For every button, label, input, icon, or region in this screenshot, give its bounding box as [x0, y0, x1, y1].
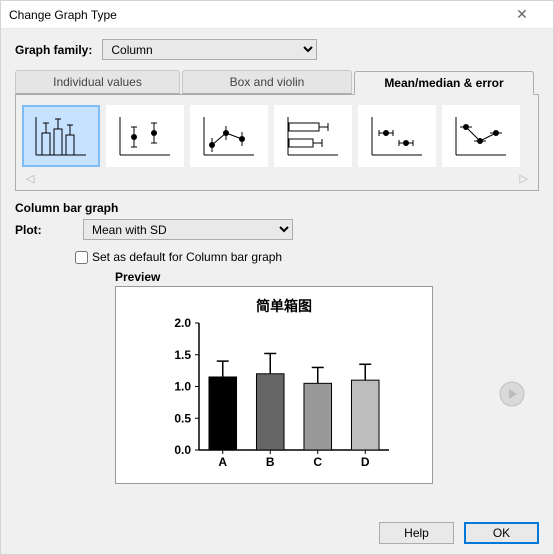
ok-button[interactable]: OK	[464, 522, 539, 544]
svg-text:0.5: 0.5	[174, 411, 191, 425]
window-title: Change Graph Type	[9, 8, 117, 22]
chart-option-scatter-error[interactable]	[106, 105, 184, 167]
svg-text:C: C	[313, 455, 322, 469]
chart-option-scatter-error-2[interactable]	[358, 105, 436, 167]
help-button[interactable]: Help	[379, 522, 454, 544]
tab-box-and-violin[interactable]: Box and violin	[182, 70, 352, 94]
set-default-checkbox[interactable]	[75, 251, 88, 264]
close-icon[interactable]: ✕	[499, 6, 545, 23]
preview-chart: 简单箱图 0.0 0.5 1.0 1.5 2.0 A B C D	[144, 295, 404, 475]
plot-label: Plot:	[15, 223, 55, 237]
set-default-label: Set as default for Column bar graph	[92, 250, 282, 264]
preview-label: Preview	[115, 270, 435, 284]
chart-option-line-error[interactable]	[190, 105, 268, 167]
tab-bar: Individual values Box and violin Mean/me…	[15, 70, 539, 95]
plot-select[interactable]: Mean with SD	[83, 219, 293, 240]
svg-text:0.0: 0.0	[174, 443, 191, 457]
svg-text:B: B	[266, 455, 275, 469]
svg-text:A: A	[218, 455, 227, 469]
gallery-scroll-left-icon[interactable]: ◁	[26, 172, 34, 185]
svg-text:D: D	[361, 455, 370, 469]
preview-panel: 简单箱图 0.0 0.5 1.0 1.5 2.0 A B C D	[115, 286, 433, 484]
tab-individual-values[interactable]: Individual values	[15, 70, 180, 94]
gallery-scroll-right-icon[interactable]: ▷	[520, 172, 528, 185]
selected-chart-label: Column bar graph	[15, 201, 539, 215]
chart-option-horizontal-bar[interactable]	[274, 105, 352, 167]
graph-family-select[interactable]: Column	[102, 39, 317, 60]
svg-text:简单箱图: 简单箱图	[256, 298, 312, 315]
play-icon[interactable]	[499, 381, 525, 407]
chart-type-gallery	[20, 103, 534, 169]
chart-option-column-bar[interactable]	[22, 105, 100, 167]
graph-family-label: Graph family:	[15, 43, 92, 57]
svg-text:1.0: 1.0	[174, 380, 191, 394]
svg-text:1.5: 1.5	[174, 348, 191, 362]
svg-text:2.0: 2.0	[174, 316, 191, 330]
tab-mean-median-error[interactable]: Mean/median & error	[354, 71, 534, 95]
chart-option-line-error-2[interactable]	[442, 105, 520, 167]
